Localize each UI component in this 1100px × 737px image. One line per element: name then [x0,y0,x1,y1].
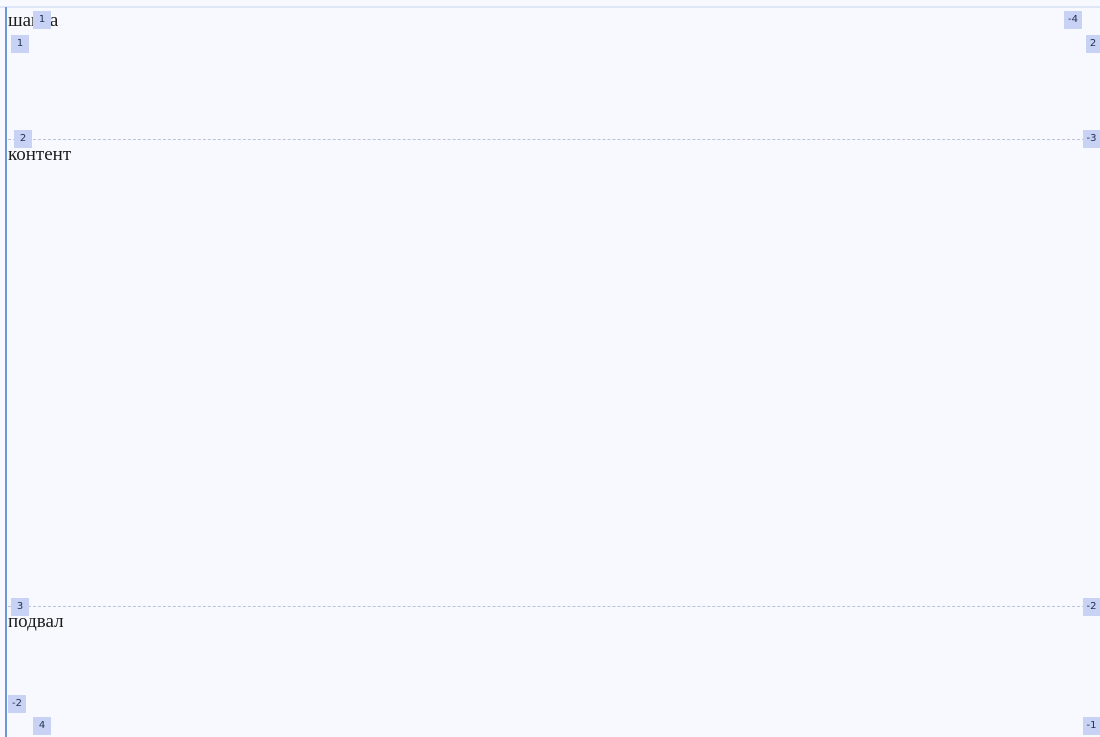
grid-left-edge [5,7,7,737]
grid-row-line-2 [8,139,1100,140]
grid-row-line-2-label: 2 [14,130,32,148]
grid-row-line-neg3-label: -3 [1083,130,1100,148]
grid-column-line-1-label: 1 [11,35,29,53]
grid-column-line-2-label: 2 [1086,35,1100,53]
grid-row-line-4-label: 4 [33,717,51,735]
grid-row-line-neg2-label: -2 [1083,598,1100,616]
grid-column-line-neg1-label: -1 [1083,717,1100,735]
grid-inspector-canvas: шапка контент подвал 1 2 3 4 -4 -3 -2 -1… [0,0,1100,737]
grid-top-edge [0,6,1100,8]
grid-row-line-neg4-label: -4 [1064,11,1082,29]
grid-row-line-3-label: 3 [11,598,29,616]
grid-row-line-1-label: 1 [33,11,51,29]
grid-row-line-3 [8,606,1100,607]
grid-column-line-neg2-label: -2 [8,695,26,713]
